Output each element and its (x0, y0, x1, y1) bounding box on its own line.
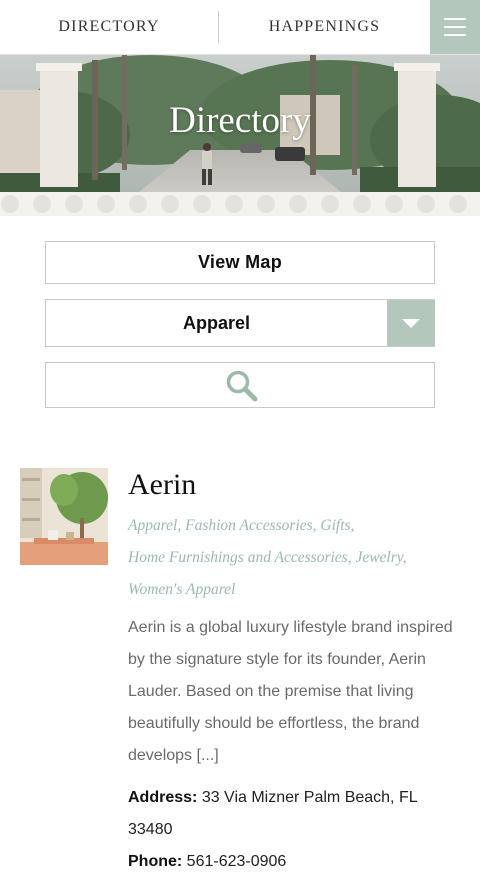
view-map-button[interactable]: View Map (45, 241, 435, 284)
listing-thumbnail[interactable] (20, 468, 108, 565)
listing-categories-line[interactable]: Women's Apparel (128, 574, 468, 606)
nav-directory-link[interactable]: DIRECTORY (0, 0, 218, 54)
top-navigation: DIRECTORY HAPPENINGS (0, 0, 480, 55)
address-label: Address: (128, 789, 198, 806)
search-button[interactable] (45, 362, 435, 408)
store-interior-image (20, 468, 108, 565)
listing-description: Aerin is a global luxury lifestyle brand… (128, 619, 453, 764)
magnifier-icon (226, 370, 258, 402)
listing-name[interactable]: Aerin (128, 468, 196, 502)
phone-value[interactable]: 561-623-0906 (187, 853, 287, 870)
chevron-down-icon (402, 319, 420, 328)
hero-banner: Directory (0, 55, 480, 216)
listing-categories: Apparel, Fashion Accessories, Gifts, Hom… (128, 510, 468, 606)
phone-label: Phone: (128, 853, 183, 870)
listing-address: Address: 33 Via Mizner Palm Beach, FL 33… (128, 782, 463, 846)
listing-categories-line[interactable]: Home Furnishings and Accessories, Jewelr… (128, 542, 468, 574)
menu-button[interactable] (430, 0, 480, 54)
page-title: Directory (169, 100, 311, 141)
category-dropdown-toggle[interactable] (387, 300, 435, 346)
category-select-value: Apparel (182, 313, 251, 333)
listing-phone: Phone: 561-623-0906 (128, 846, 463, 878)
category-select[interactable]: Apparel (45, 299, 435, 347)
nav-happenings-link[interactable]: HAPPENINGS (219, 0, 430, 54)
listing-categories-line[interactable]: Apparel, Fashion Accessories, Gifts, (128, 510, 468, 542)
